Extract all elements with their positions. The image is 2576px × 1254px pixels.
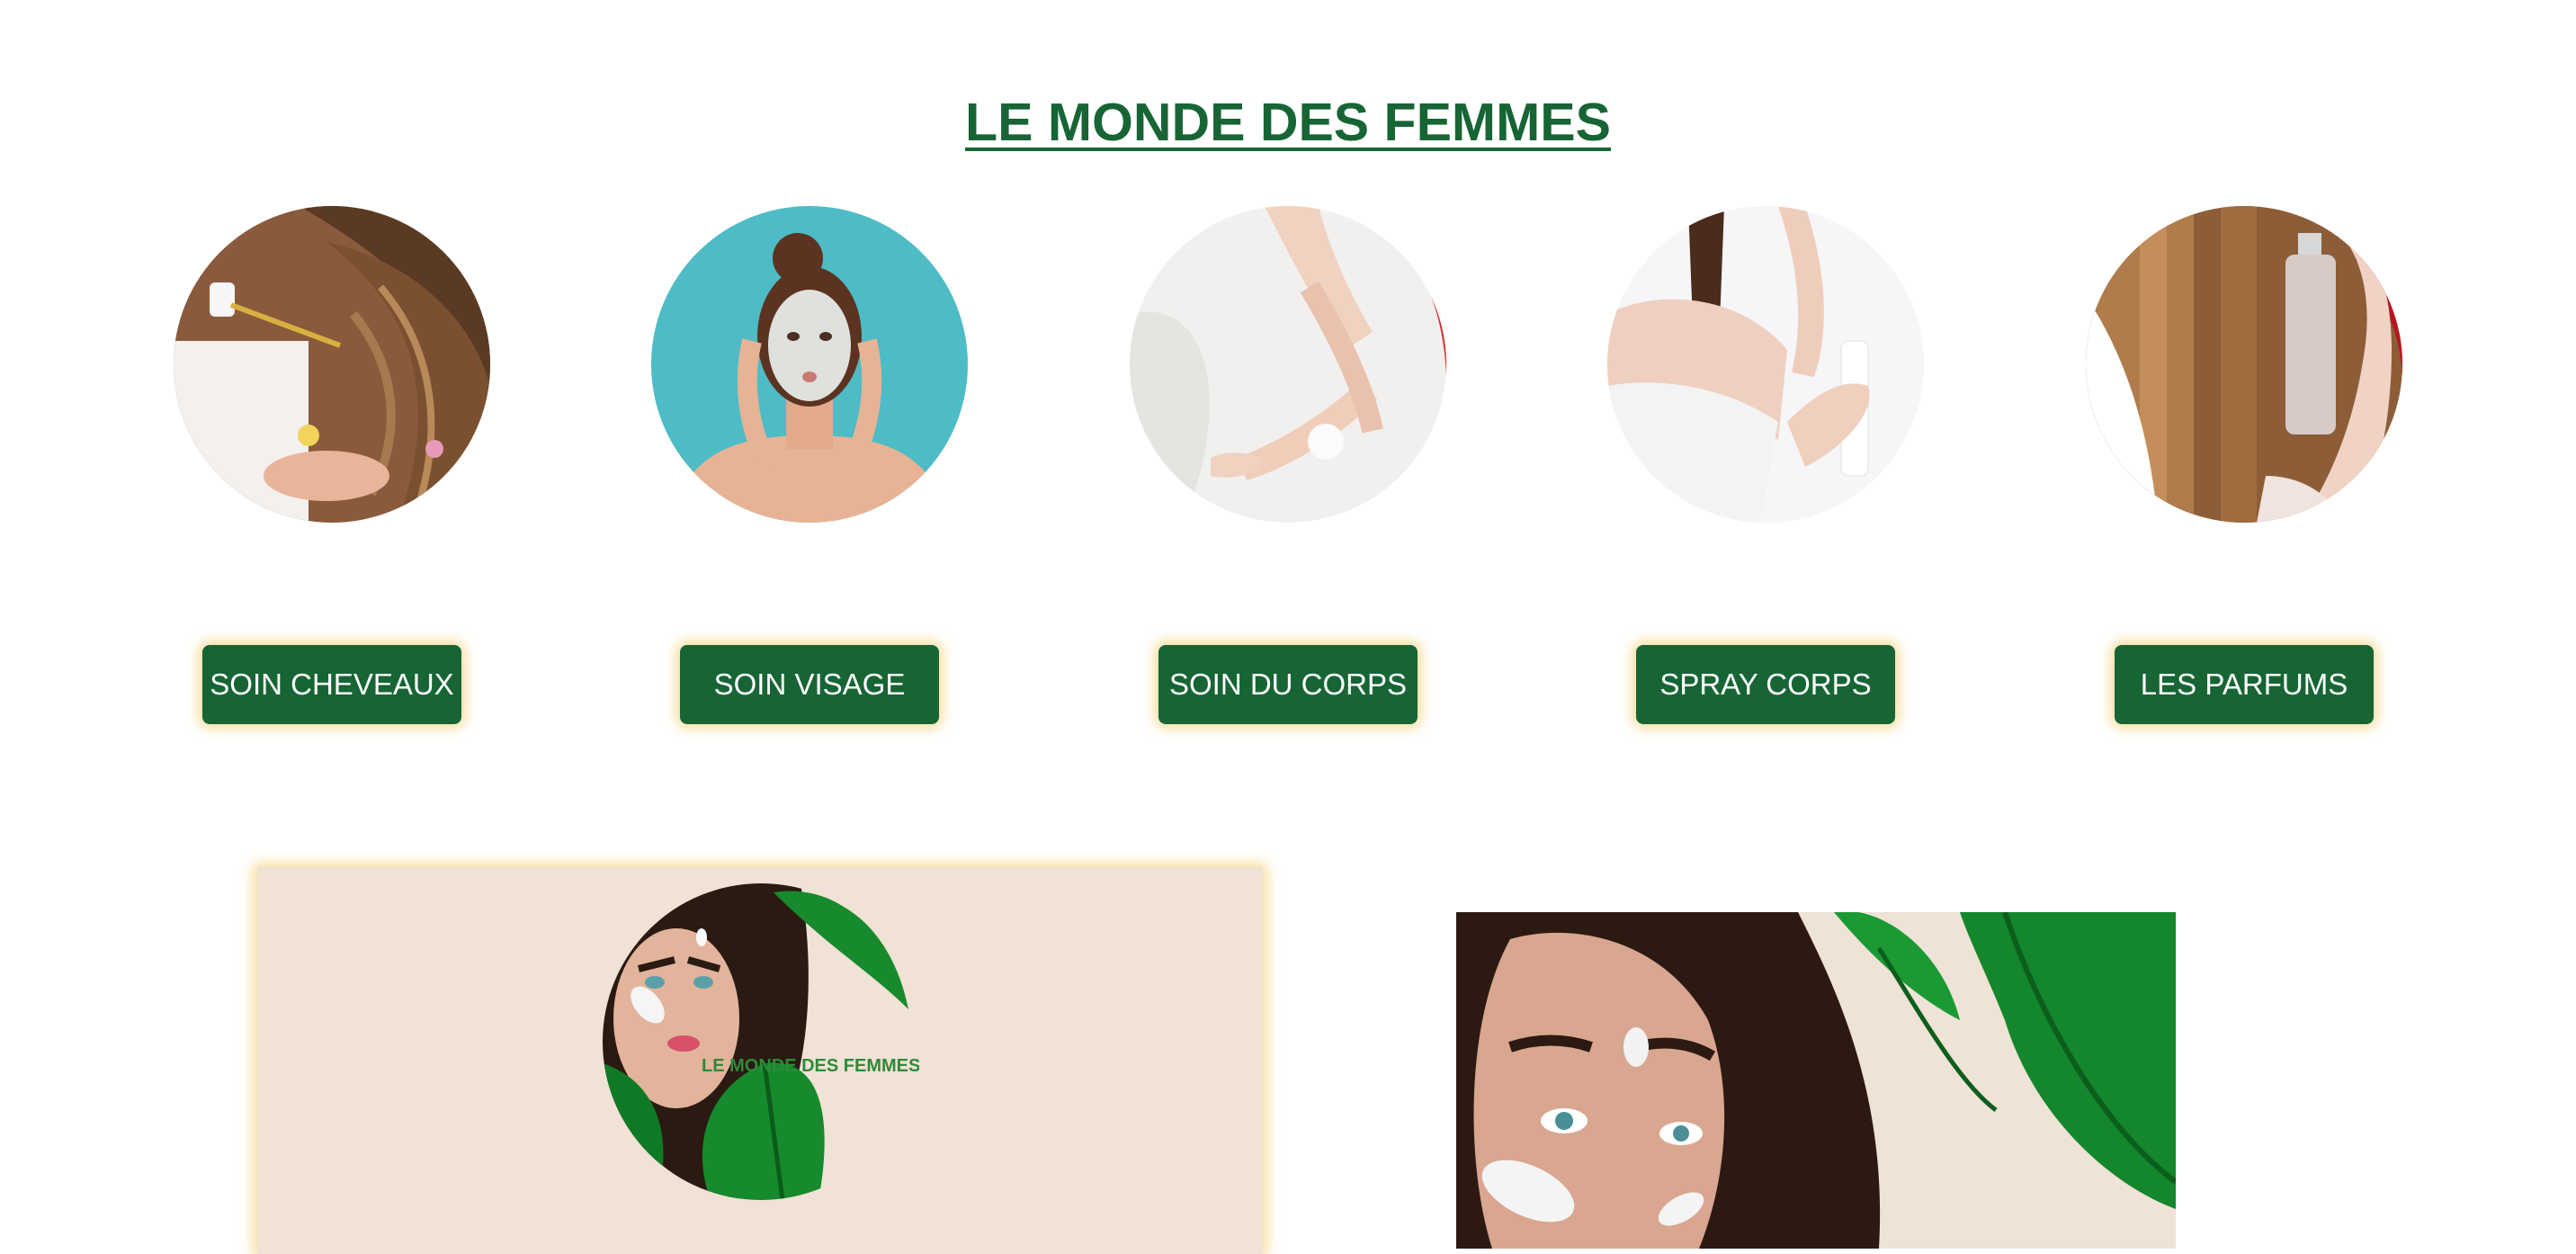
banner-photo xyxy=(1456,912,2176,1249)
body-care-photo[interactable] xyxy=(1130,206,1446,523)
category-button-soin-cheveaux[interactable]: SOIN CHEVEAUX xyxy=(202,645,461,724)
hair-care-photo[interactable] xyxy=(174,206,490,523)
category-button-soin-du-corps[interactable]: SOIN DU CORPS xyxy=(1158,645,1418,724)
promo-card: LE MONDE DES FEMMES xyxy=(257,867,1263,1254)
category-button-spray-corps[interactable]: SPRAY CORPS xyxy=(1636,645,1895,724)
perfume-photo[interactable] xyxy=(2086,206,2402,523)
category-button-soin-visage[interactable]: SOIN VISAGE xyxy=(680,645,939,724)
category-button-les-parfums[interactable]: LES PARFUMS xyxy=(2115,645,2374,724)
svg-text:LE MONDE DES FEMMES: LE MONDE DES FEMMES xyxy=(702,1056,919,1076)
brand-logo: LE MONDE DES FEMMES xyxy=(603,883,919,1200)
body-spray-photo[interactable] xyxy=(1607,206,1924,523)
page-title: LE MONDE DES FEMMES xyxy=(965,93,1611,152)
face-care-photo[interactable] xyxy=(651,206,968,523)
